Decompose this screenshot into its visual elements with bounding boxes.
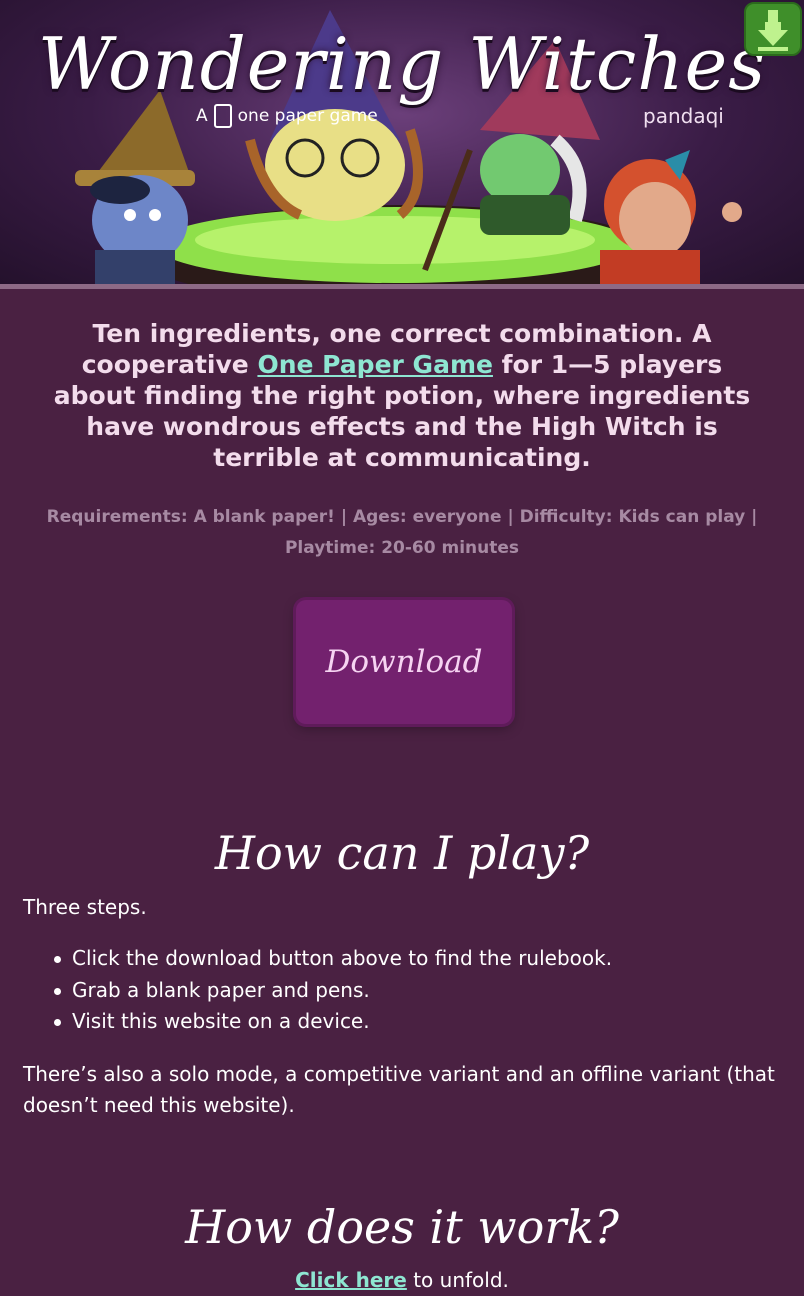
header-banner: Wondering Witches Aone paper game pandaq… bbox=[0, 0, 804, 284]
list-item: Visit this website on a device. bbox=[52, 1006, 772, 1038]
intro-text: Ten ingredients, one correct combination… bbox=[50, 318, 754, 473]
brand-name: pandaqi bbox=[643, 104, 724, 128]
download-badge[interactable] bbox=[744, 2, 802, 56]
steps-intro: Three steps. bbox=[23, 895, 147, 919]
how-it-works-heading: How does it work? bbox=[185, 1200, 619, 1254]
unfold-line: Click here to unfold. bbox=[0, 1266, 804, 1294]
steps-list: Click the download button above to find … bbox=[52, 943, 772, 1038]
banner-divider bbox=[0, 284, 804, 289]
list-item: Click the download button above to find … bbox=[52, 943, 772, 975]
subtitle: Aone paper game bbox=[196, 104, 378, 128]
game-requirements: Requirements: A blank paper! | Ages: eve… bbox=[46, 507, 758, 558]
click-here-link[interactable]: Click here bbox=[295, 1268, 407, 1292]
variants-text: There’s also a solo mode, a competitive … bbox=[23, 1062, 775, 1117]
unfold-suffix: to unfold. bbox=[406, 1268, 509, 1292]
page: Wondering Witches Aone paper game pandaq… bbox=[0, 0, 804, 1296]
subtitle-prefix: A bbox=[196, 106, 208, 126]
die-icon bbox=[213, 104, 232, 128]
download-arrow-icon bbox=[758, 10, 788, 51]
subtitle-text: one paper game bbox=[237, 106, 378, 126]
game-title: Wondering Witches bbox=[37, 22, 767, 106]
one-paper-game-link[interactable]: One Paper Game bbox=[257, 350, 493, 379]
list-item: Grab a blank paper and pens. bbox=[52, 975, 772, 1007]
download-button[interactable]: Download bbox=[296, 600, 512, 724]
how-to-play-heading: How can I play? bbox=[214, 826, 590, 880]
